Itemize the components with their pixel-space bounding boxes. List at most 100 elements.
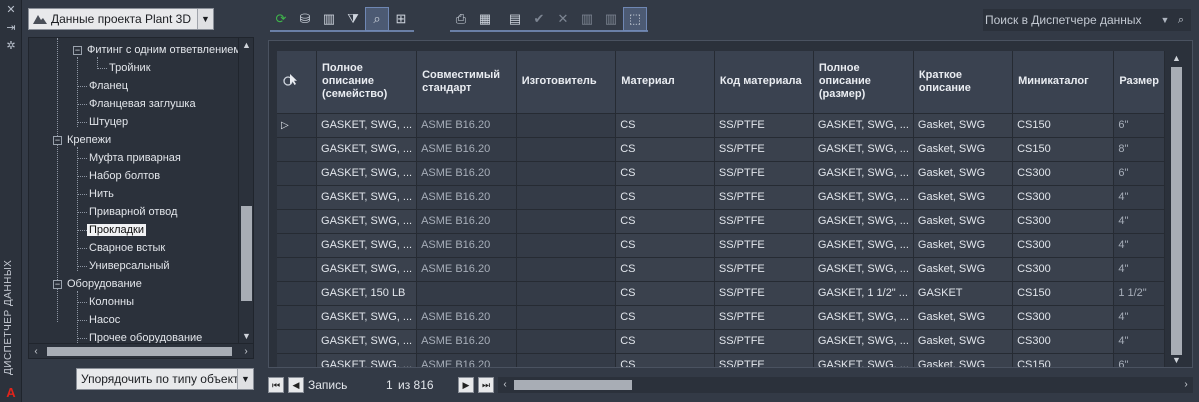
table-cell[interactable]: ASME B16.20 bbox=[416, 305, 517, 330]
tree-node-blind-flange[interactable]: Фланцевая заглушка bbox=[89, 96, 196, 113]
row-selector[interactable] bbox=[277, 185, 318, 210]
table-cell[interactable]: ASME B16.20 bbox=[416, 353, 517, 367]
table-cell[interactable]: Gasket, SWG bbox=[913, 233, 1014, 258]
column-settings-icon[interactable]: ▥ bbox=[318, 8, 340, 30]
table-cell[interactable]: CS bbox=[615, 281, 715, 306]
table-cell[interactable]: Gasket, SWG bbox=[913, 353, 1014, 367]
table-cell[interactable]: CS bbox=[615, 257, 715, 282]
column-header[interactable]: Совместимый стандарт bbox=[416, 51, 517, 114]
table-cell[interactable]: CS bbox=[615, 353, 715, 367]
table-cell[interactable] bbox=[516, 233, 617, 258]
table-cell[interactable]: GASKET bbox=[913, 281, 1014, 306]
tree-node-universal[interactable]: Универсальный bbox=[89, 258, 170, 275]
highlight-icon[interactable]: ⬚ bbox=[623, 7, 647, 31]
table-cell[interactable]: SS/PTFE bbox=[714, 233, 814, 258]
table-cell[interactable]: ASME B16.20 bbox=[416, 137, 517, 162]
table-cell[interactable]: CS300 bbox=[1012, 305, 1115, 330]
table-cell[interactable]: SS/PTFE bbox=[714, 353, 814, 367]
table-cell[interactable]: ASME B16.20 bbox=[416, 113, 517, 138]
table-row[interactable]: GASKET, SWG, ... ASME B16.20 CS SS/PTFE GASK… bbox=[277, 161, 1165, 186]
zoom-icon[interactable]: ⌕ bbox=[365, 7, 389, 31]
table-cell[interactable]: Gasket, SWG bbox=[913, 113, 1014, 138]
table-cell[interactable]: GASKET, SWG, ... bbox=[813, 161, 914, 186]
table-cell[interactable]: Gasket, SWG bbox=[913, 305, 1014, 330]
print-icon[interactable]: ⎙ bbox=[450, 8, 472, 30]
table-cell[interactable]: SS/PTFE bbox=[714, 305, 814, 330]
table-cell[interactable]: SS/PTFE bbox=[714, 257, 814, 282]
next-record-icon[interactable]: ▶ bbox=[458, 377, 474, 393]
scroll-up-icon[interactable]: ▲ bbox=[1169, 51, 1184, 65]
table-cell[interactable] bbox=[516, 137, 617, 162]
table-row[interactable]: GASKET, SWG, ... ASME B16.20 CS SS/PTFE GASK… bbox=[277, 257, 1165, 282]
table-cell[interactable] bbox=[516, 185, 617, 210]
table-cell[interactable] bbox=[516, 353, 617, 367]
table-cell[interactable]: GASKET, SWG, ... bbox=[316, 257, 418, 282]
table-cell[interactable]: CS bbox=[615, 161, 715, 186]
table-cell[interactable]: 6" bbox=[1113, 113, 1165, 138]
table-cell[interactable]: 4" bbox=[1113, 257, 1165, 282]
accept-icon[interactable]: ✔ bbox=[528, 8, 550, 30]
row-selector-header[interactable] bbox=[277, 51, 318, 114]
table-cell[interactable]: CS bbox=[615, 137, 715, 162]
table-cell[interactable]: Gasket, SWG bbox=[913, 161, 1014, 186]
table-cell[interactable]: GASKET, SWG, ... bbox=[813, 185, 914, 210]
table-cell[interactable]: GASKET, SWG, ... bbox=[316, 113, 418, 138]
table-row[interactable]: GASKET, SWG, ... ASME B16.20 CS SS/PTFE GASK… bbox=[277, 209, 1165, 234]
settings-icon[interactable]: ✲ bbox=[5, 40, 17, 52]
scroll-down-icon[interactable]: ▼ bbox=[239, 329, 253, 343]
collapse-toggle[interactable]: − bbox=[73, 46, 82, 55]
collapse-toggle[interactable]: − bbox=[53, 136, 62, 145]
table-row[interactable]: GASKET, SWG, ... ASME B16.20 CS SS/PTFE GASK… bbox=[277, 233, 1165, 258]
table-cell[interactable] bbox=[516, 305, 617, 330]
tree-node-weld-olet[interactable]: Приварной отвод bbox=[89, 204, 177, 221]
table-cell[interactable]: CS150 bbox=[1012, 281, 1115, 306]
table-cell[interactable]: GASKET, SWG, ... bbox=[813, 137, 914, 162]
table-cell[interactable]: GASKET, SWG, ... bbox=[813, 209, 914, 234]
table-cell[interactable]: SS/PTFE bbox=[714, 329, 814, 354]
tree-node-equipment[interactable]: Оборудование bbox=[67, 276, 142, 293]
filter-icon[interactable]: ⧩ bbox=[342, 8, 364, 30]
row-selector[interactable] bbox=[277, 281, 318, 306]
table-cell[interactable]: GASKET, SWG, ... bbox=[813, 257, 914, 282]
table-cell[interactable]: Gasket, SWG bbox=[913, 329, 1014, 354]
first-record-icon[interactable]: ⏮ bbox=[268, 377, 284, 393]
table-cell[interactable]: ASME B16.20 bbox=[416, 233, 517, 258]
table-cell[interactable]: 6" bbox=[1113, 353, 1165, 367]
table-cell[interactable]: CS bbox=[615, 113, 715, 138]
row-selector[interactable] bbox=[277, 329, 318, 354]
scroll-thumb[interactable] bbox=[47, 347, 232, 356]
search-icon[interactable]: ⌕ bbox=[1171, 14, 1191, 27]
table-cell[interactable]: ASME B16.20 bbox=[416, 209, 517, 234]
table-cell[interactable]: GASKET, SWG, ... bbox=[813, 329, 914, 354]
row-selector[interactable]: ▷ bbox=[277, 113, 318, 138]
table-cell[interactable]: ASME B16.20 bbox=[416, 329, 517, 354]
table-cell[interactable]: 4" bbox=[1113, 329, 1165, 354]
table-cell[interactable]: SS/PTFE bbox=[714, 281, 814, 306]
table-cell[interactable]: 4" bbox=[1113, 305, 1165, 330]
chevron-down-icon[interactable]: ▼ bbox=[237, 369, 253, 389]
row-selector[interactable] bbox=[277, 209, 318, 234]
close-icon[interactable]: ✕ bbox=[5, 4, 17, 16]
table-cell[interactable] bbox=[516, 113, 617, 138]
table-cell[interactable]: Gasket, SWG bbox=[913, 209, 1014, 234]
table-cell[interactable] bbox=[516, 329, 617, 354]
table-cell[interactable]: GASKET, SWG, ... bbox=[316, 329, 418, 354]
scroll-left-icon[interactable]: ‹ bbox=[498, 377, 512, 393]
row-selector[interactable] bbox=[277, 353, 318, 367]
row-selector[interactable] bbox=[277, 257, 318, 282]
tree-node-fasteners[interactable]: Крепежи bbox=[67, 132, 111, 149]
table-cell[interactable]: CS300 bbox=[1012, 185, 1115, 210]
tree-horizontal-scrollbar[interactable]: ‹ › bbox=[29, 343, 253, 358]
column-header[interactable]: Полное описание (семейство) bbox=[316, 51, 418, 114]
table-cell[interactable]: CS bbox=[615, 305, 715, 330]
table-cell[interactable]: ASME B16.20 bbox=[416, 161, 517, 186]
project-data-select[interactable]: Данные проекта Plant 3D ▼ bbox=[28, 8, 214, 30]
table-cell[interactable]: GASKET, 150 LB bbox=[316, 281, 418, 306]
table-cell[interactable]: CS300 bbox=[1012, 209, 1115, 234]
tree-node-pump[interactable]: Насос bbox=[89, 312, 120, 329]
table-cell[interactable]: 4" bbox=[1113, 233, 1165, 258]
table-cell[interactable] bbox=[516, 161, 617, 186]
tree-node-nozzle[interactable]: Штуцер bbox=[89, 114, 128, 131]
table-cell[interactable]: CS bbox=[615, 329, 715, 354]
scroll-up-icon[interactable]: ▲ bbox=[239, 38, 253, 52]
